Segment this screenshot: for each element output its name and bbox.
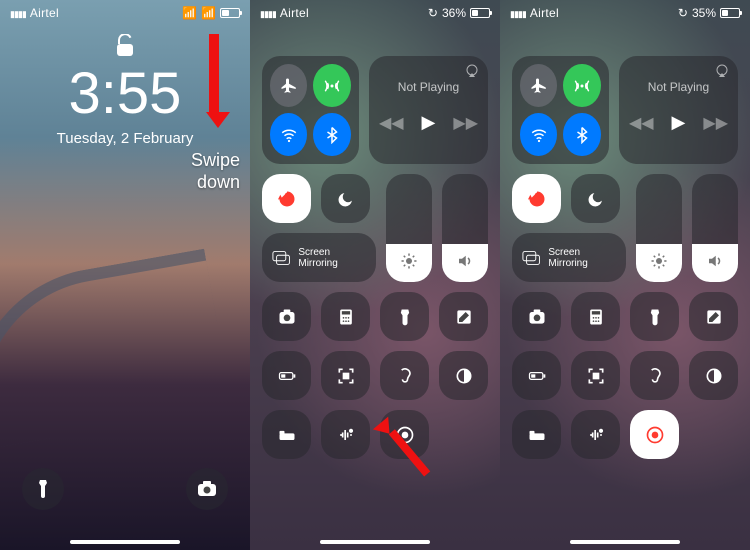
- flashlight-shortcut[interactable]: [630, 292, 679, 341]
- hearing-shortcut[interactable]: [380, 351, 429, 400]
- battery-percent: 36%: [442, 6, 466, 20]
- brightness-icon: [650, 252, 668, 270]
- lock-screen: Airtel 📶📶 3:55 Tuesday, 2 February Swipe…: [0, 0, 250, 550]
- screen-record-button[interactable]: [630, 410, 679, 459]
- airplane-mode-toggle[interactable]: [520, 64, 557, 107]
- camera-shortcut[interactable]: [262, 292, 311, 341]
- notes-shortcut[interactable]: [689, 292, 738, 341]
- brightness-icon: [400, 252, 418, 270]
- connectivity-group: [512, 56, 609, 164]
- sound-recognition-shortcut[interactable]: [571, 410, 620, 459]
- media-controls[interactable]: Not Playing ◀◀ ▶ ▶▶: [619, 56, 738, 164]
- airplane-mode-toggle[interactable]: [270, 64, 307, 107]
- cellular-data-toggle[interactable]: [313, 64, 350, 107]
- play-icon[interactable]: ▶: [672, 112, 686, 133]
- flashlight-button[interactable]: [22, 468, 64, 510]
- bluetooth-toggle[interactable]: [563, 113, 600, 156]
- camera-button[interactable]: [186, 468, 228, 510]
- sound-recognition-shortcut[interactable]: [321, 410, 370, 459]
- prev-track-icon[interactable]: ◀◀: [379, 113, 404, 133]
- now-playing-title: Not Playing: [629, 80, 728, 94]
- do-not-disturb-toggle[interactable]: [571, 174, 620, 223]
- media-controls[interactable]: Not Playing ◀◀ ▶ ▶▶: [369, 56, 488, 164]
- brightness-slider[interactable]: [386, 174, 432, 282]
- orientation-lock-toggle[interactable]: [262, 174, 311, 223]
- sleep-mode-shortcut[interactable]: [262, 410, 311, 459]
- battery-icon: [470, 8, 490, 18]
- battery-icon: [220, 8, 240, 18]
- next-track-icon[interactable]: ▶▶: [703, 113, 728, 133]
- cellular-data-toggle[interactable]: [563, 64, 600, 107]
- low-power-shortcut[interactable]: [512, 351, 561, 400]
- status-bar-left: Airtel: [510, 6, 559, 20]
- status-bar-right: ↻ 36%: [428, 6, 490, 20]
- qr-scan-shortcut[interactable]: [321, 351, 370, 400]
- control-center-after: Airtel ↻ 35% Not Playing ◀◀ ▶ ▶▶: [500, 0, 750, 550]
- status-bar-left: Airtel: [10, 6, 59, 20]
- brightness-slider[interactable]: [636, 174, 682, 282]
- do-not-disturb-toggle[interactable]: [321, 174, 370, 223]
- calculator-shortcut[interactable]: [321, 292, 370, 341]
- wifi-toggle[interactable]: [520, 113, 557, 156]
- battery-percent: 35%: [692, 6, 716, 20]
- airplay-icon[interactable]: [714, 64, 730, 78]
- status-bar-left: Airtel: [260, 6, 309, 20]
- play-icon[interactable]: ▶: [422, 112, 436, 133]
- screen-mirroring-button[interactable]: Screen Mirroring: [512, 233, 626, 282]
- now-playing-title: Not Playing: [379, 80, 478, 94]
- prev-track-icon[interactable]: ◀◀: [629, 113, 654, 133]
- annotation-arrow-down: [206, 34, 222, 124]
- flashlight-shortcut[interactable]: [380, 292, 429, 341]
- volume-slider[interactable]: [442, 174, 488, 282]
- volume-slider[interactable]: [692, 174, 738, 282]
- control-center-before: Airtel ↻ 36% Not Playing ◀◀ ▶ ▶▶: [250, 0, 500, 550]
- unlock-icon: [115, 34, 135, 58]
- connectivity-group: [262, 56, 359, 164]
- sync-icon: ↻: [678, 6, 688, 20]
- lock-date: Tuesday, 2 February: [0, 130, 250, 147]
- sleep-mode-shortcut[interactable]: [512, 410, 561, 459]
- annotation-text: Swipe down: [191, 150, 240, 193]
- wifi-icon: 📶: [201, 6, 216, 20]
- hearing-shortcut[interactable]: [630, 351, 679, 400]
- cellular-icon: 📶: [182, 6, 197, 20]
- wifi-toggle[interactable]: [270, 113, 307, 156]
- notes-shortcut[interactable]: [439, 292, 488, 341]
- volume-icon: [456, 252, 474, 270]
- dark-mode-shortcut[interactable]: [689, 351, 738, 400]
- orientation-lock-toggle[interactable]: [512, 174, 561, 223]
- dark-mode-shortcut[interactable]: [439, 351, 488, 400]
- status-bar-right: ↻ 35%: [678, 6, 740, 20]
- camera-shortcut[interactable]: [512, 292, 561, 341]
- calculator-shortcut[interactable]: [571, 292, 620, 341]
- low-power-shortcut[interactable]: [262, 351, 311, 400]
- battery-icon: [720, 8, 740, 18]
- home-indicator[interactable]: [570, 540, 680, 544]
- sync-icon: ↻: [428, 6, 438, 20]
- screen-mirroring-button[interactable]: Screen Mirroring: [262, 233, 376, 282]
- qr-scan-shortcut[interactable]: [571, 351, 620, 400]
- bluetooth-toggle[interactable]: [313, 113, 350, 156]
- home-indicator[interactable]: [70, 540, 180, 544]
- next-track-icon[interactable]: ▶▶: [453, 113, 478, 133]
- status-bar-right: 📶📶: [182, 6, 240, 20]
- airplay-icon[interactable]: [464, 64, 480, 78]
- volume-icon: [706, 252, 724, 270]
- home-indicator[interactable]: [320, 540, 430, 544]
